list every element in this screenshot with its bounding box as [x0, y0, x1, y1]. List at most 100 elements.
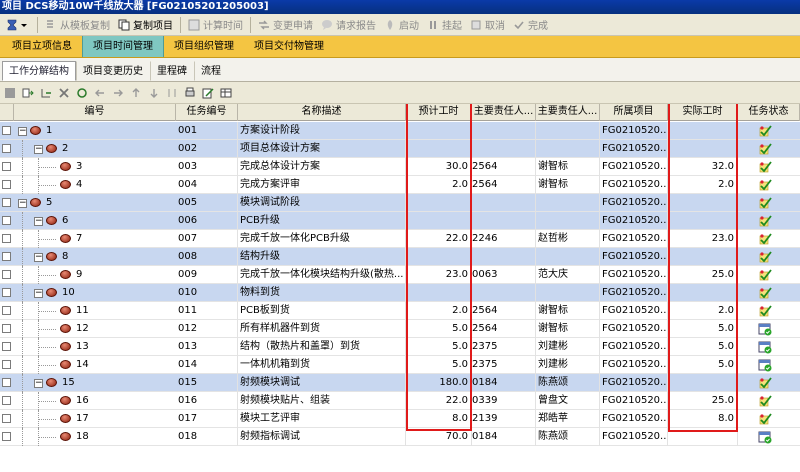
header-select[interactable] [0, 104, 14, 121]
row-checkbox[interactable] [2, 360, 11, 369]
collapse-toggle[interactable]: − [34, 253, 43, 262]
task-node-icon [46, 252, 57, 261]
cell-actual-hours [668, 428, 738, 446]
row-checkbox[interactable] [2, 126, 11, 135]
row-checkbox[interactable] [2, 414, 11, 423]
tab-change-history[interactable]: 项目变更历史 [76, 61, 150, 81]
row-checkbox[interactable] [2, 252, 11, 261]
hourglass-icon [7, 19, 17, 30]
table-row[interactable]: 14 014 一体机机箱到货 5.0 2375 刘建彬 FG0210520... 5.0 [0, 356, 800, 374]
start-button[interactable]: 启动 [380, 15, 423, 35]
sort-icon[interactable] [166, 87, 178, 99]
stop-icon[interactable] [4, 87, 16, 99]
table-row[interactable]: − 10 010 物料到货 FG0210520... [0, 284, 800, 302]
complete-button[interactable]: 完成 [509, 15, 552, 35]
table-row[interactable]: − 8 008 结构升级 FG0210520... [0, 248, 800, 266]
header-planned-hours[interactable]: 预计工时 [406, 104, 472, 121]
add-child-icon[interactable] [40, 87, 52, 99]
table-row[interactable]: − 1 001 方案设计阶段 FG0210520... [0, 122, 800, 140]
arrow-right-icon[interactable] [112, 87, 124, 99]
cell-owner-name [536, 248, 600, 266]
change-request-button[interactable]: 变更申请 [254, 15, 317, 35]
tree-line [22, 284, 23, 302]
cell-project: FG0210520... [600, 158, 668, 176]
table-row[interactable]: − 15 015 射频模块调试 180.0 0184 陈燕颂 FG0210520... [0, 374, 800, 392]
cell-project: FG0210520... [600, 176, 668, 194]
row-checkbox[interactable] [2, 162, 11, 171]
print-icon[interactable] [184, 87, 196, 99]
column-settings-icon[interactable] [220, 87, 232, 99]
cell-owner-name: 谢智标 [536, 320, 600, 338]
row-checkbox[interactable] [2, 144, 11, 153]
suspend-button[interactable]: 挂起 [423, 15, 466, 35]
table-row[interactable]: − 6 006 PCB升级 FG0210520... [0, 212, 800, 230]
table-row[interactable]: 3 003 完成总体设计方案 30.0 2564 谢智标 FG0210520... 32.0 [0, 158, 800, 176]
header-owner-name[interactable]: 主要责任人... [536, 104, 600, 121]
tab-deliverables-management[interactable]: 项目交付物管理 [244, 36, 334, 57]
row-checkbox[interactable] [2, 342, 11, 351]
collapse-toggle[interactable]: − [34, 145, 43, 154]
arrow-down-icon[interactable] [148, 87, 160, 99]
row-checkbox[interactable] [2, 234, 11, 243]
table-row[interactable]: 7 007 完成千放一体化PCB升级 22.0 2246 赵哲彬 FG0210520... 2… [0, 230, 800, 248]
row-checkbox[interactable] [2, 198, 11, 207]
header-code[interactable]: 编号 [14, 104, 176, 121]
cell-code: 7 [76, 233, 83, 244]
tab-time-management[interactable]: 项目时间管理 [82, 36, 164, 57]
request-report-button[interactable]: 请求报告 [317, 15, 380, 35]
header-actual-hours[interactable]: 实际工时 [668, 104, 738, 121]
hourglass-dropdown-button[interactable] [2, 15, 34, 35]
table-row[interactable]: 16 016 射频模块贴片、组装 22.0 0339 曾盘文 FG0210520... 25.… [0, 392, 800, 410]
table-row[interactable]: 4 004 完成方案评审 2.0 2564 谢智标 FG0210520... 2.0 [0, 176, 800, 194]
arrow-left-icon[interactable] [94, 87, 106, 99]
collapse-toggle[interactable]: − [34, 289, 43, 298]
checkmark-status-icon [759, 197, 772, 209]
delete-icon[interactable] [58, 87, 70, 99]
insert-row-icon[interactable] [22, 87, 34, 99]
tree-line [38, 347, 56, 348]
row-checkbox[interactable] [2, 306, 11, 315]
header-status[interactable]: 任务状态 [738, 104, 800, 121]
collapse-toggle[interactable]: − [18, 127, 27, 136]
header-task-no[interactable]: 任务编号 [176, 104, 238, 121]
collapse-toggle[interactable]: − [34, 379, 43, 388]
row-checkbox[interactable] [2, 216, 11, 225]
refresh-icon[interactable] [76, 87, 88, 99]
row-checkbox[interactable] [2, 288, 11, 297]
copy-from-template-button[interactable]: 从模板复制 [41, 15, 114, 35]
collapse-toggle[interactable]: − [34, 217, 43, 226]
calculate-time-button[interactable]: 计算时间 [184, 15, 247, 35]
collapse-toggle[interactable]: − [18, 199, 27, 208]
row-checkbox[interactable] [2, 270, 11, 279]
cell-task-no: 003 [176, 158, 238, 176]
copy-project-button[interactable]: 复制项目 [114, 15, 177, 35]
row-checkbox[interactable] [2, 324, 11, 333]
table-row[interactable]: 18 018 射频指标调试 70.0 0184 陈燕颂 FG0210520... [0, 428, 800, 446]
header-project[interactable]: 所属项目 [600, 104, 668, 121]
table-row[interactable]: − 2 002 项目总体设计方案 FG0210520... [0, 140, 800, 158]
tab-project-info[interactable]: 项目立项信息 [2, 36, 82, 57]
checkmark-status-icon [759, 395, 772, 407]
tab-organization-management[interactable]: 项目组织管理 [164, 36, 244, 57]
tab-workflow[interactable]: 流程 [194, 61, 228, 81]
cancel-button[interactable]: 取消 [466, 15, 509, 35]
tree-line [38, 275, 56, 276]
row-checkbox[interactable] [2, 180, 11, 189]
table-row[interactable]: 9 009 完成千放一体化模块结构升级(散热... 23.0 0063 范大庆 FG0210… [0, 266, 800, 284]
header-owner-id[interactable]: 主要责任人... [472, 104, 536, 121]
table-row[interactable]: − 5 005 模块调试阶段 FG0210520... [0, 194, 800, 212]
tab-wbs[interactable]: 工作分解结构 [2, 61, 76, 81]
table-row[interactable]: 13 013 结构（散热片和盖罩）到货 5.0 2375 刘建彬 FG0210520... 5… [0, 338, 800, 356]
row-checkbox[interactable] [2, 396, 11, 405]
edit-settings-icon[interactable] [202, 87, 214, 99]
table-row[interactable]: 12 012 所有样机器件到货 5.0 2564 谢智标 FG0210520... 5.0 [0, 320, 800, 338]
table-row[interactable]: 11 011 PCB板到货 2.0 2564 谢智标 FG0210520... 2.0 [0, 302, 800, 320]
row-checkbox[interactable] [2, 378, 11, 387]
tab-milestones[interactable]: 里程碑 [150, 61, 194, 81]
header-name[interactable]: 名称描述 [238, 104, 406, 121]
table-row[interactable]: 17 017 模块工艺评审 8.0 2139 郑皓苹 FG0210520... 8.0 [0, 410, 800, 428]
arrow-up-icon[interactable] [130, 87, 142, 99]
calculate-time-icon [188, 19, 200, 30]
task-node-icon [46, 378, 57, 387]
row-checkbox[interactable] [2, 432, 11, 441]
